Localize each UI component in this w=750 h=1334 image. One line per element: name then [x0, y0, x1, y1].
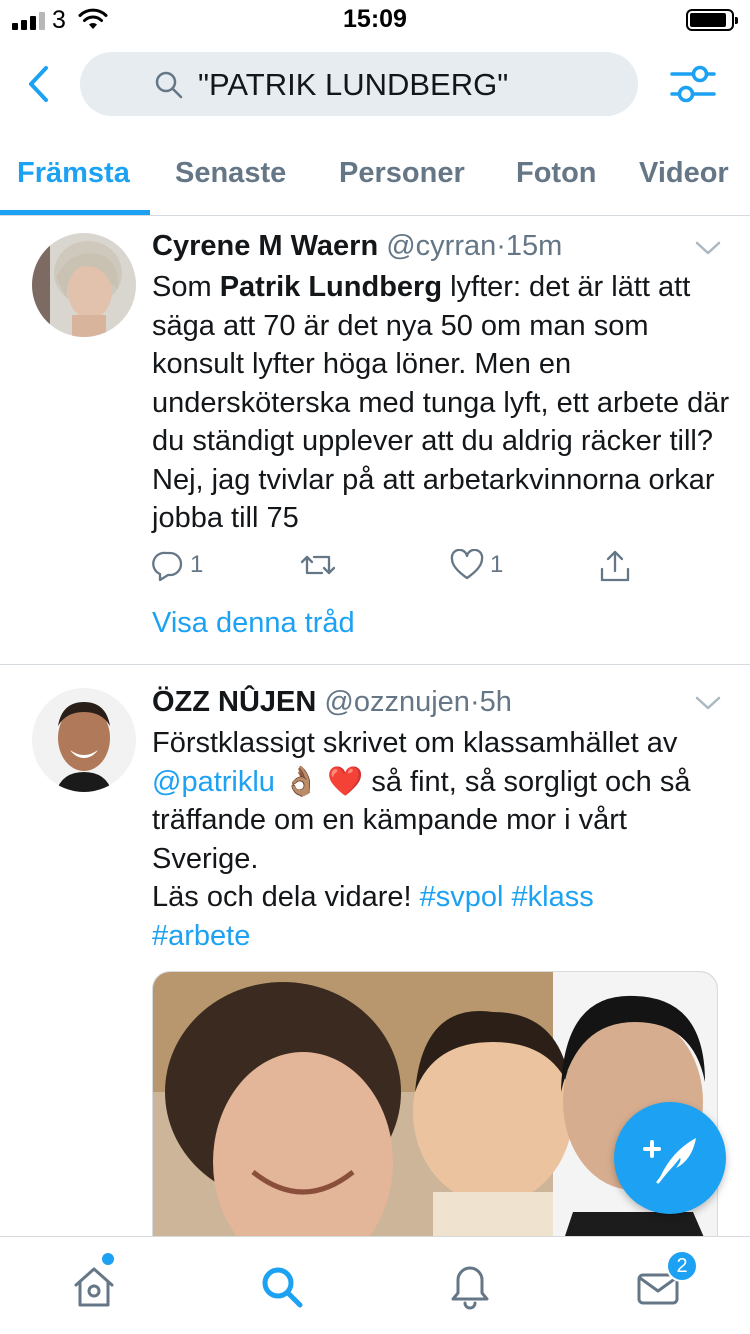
- author-handle[interactable]: @cyrran: [386, 230, 496, 262]
- hashtag-arbete[interactable]: #arbete: [152, 920, 250, 952]
- battery-icon: [686, 9, 738, 31]
- emojis: 👌🏽 ❤️: [283, 765, 364, 798]
- tweet-actions: 1 1: [152, 549, 652, 589]
- show-thread-link[interactable]: Visa denna tråd: [152, 607, 355, 640]
- share-button[interactable]: [598, 549, 632, 583]
- hashtag-svpol[interactable]: #svpol: [420, 881, 504, 913]
- tab-foton[interactable]: Foton: [516, 157, 597, 190]
- search-tabs: Främsta Senaste Personer Foton Videor: [0, 150, 750, 216]
- meta-separator: ·: [469, 686, 480, 718]
- bottom-tab-bar: [0, 1236, 750, 1334]
- heart-icon: [450, 549, 484, 580]
- chevron-left-icon: [29, 66, 48, 102]
- search-icon: [154, 70, 184, 105]
- search-icon: [262, 1267, 303, 1308]
- reply-icon: [152, 551, 183, 581]
- reply-count: 1: [190, 551, 204, 578]
- chevron-down-icon[interactable]: [694, 694, 722, 717]
- hashtag-klass[interactable]: #klass: [512, 881, 594, 913]
- search-query: "PATRIK LUNDBERG": [198, 67, 509, 102]
- retweet-icon: [300, 555, 336, 575]
- meta-separator: ·: [496, 230, 506, 262]
- author-handle[interactable]: @ozznujen: [324, 686, 470, 718]
- tab-notifications[interactable]: [446, 1263, 494, 1311]
- tweet-text: Som Patrik Lundberg lyfter: det är lätt …: [152, 271, 730, 534]
- avatar[interactable]: [32, 688, 136, 792]
- chevron-down-icon[interactable]: [694, 239, 722, 262]
- tab-search[interactable]: [258, 1263, 306, 1311]
- active-tab-indicator: [0, 210, 150, 215]
- tweet-header: ÖZZ NÛJEN @ozznujen·5h: [152, 686, 512, 719]
- tab-senaste[interactable]: Senaste: [175, 157, 286, 190]
- back-button[interactable]: [22, 62, 58, 106]
- tweet[interactable]: Cyrene M Waern @cyrran·15m Som Patrik Lu…: [0, 217, 750, 665]
- tab-personer[interactable]: Personer: [339, 157, 465, 190]
- reply-button[interactable]: 1: [152, 549, 203, 581]
- compose-tweet-button[interactable]: [614, 1102, 726, 1214]
- author-name[interactable]: Cyrene M Waern: [152, 230, 378, 262]
- home-icon: [74, 1267, 114, 1307]
- tweet-text: Förstklassigt skrivet om klassamhället a…: [152, 727, 691, 952]
- home-unread-dot: [102, 1253, 114, 1265]
- status-bar: 3 15:09: [0, 0, 750, 40]
- like-count: 1: [490, 551, 504, 578]
- share-icon: [600, 550, 630, 582]
- search-input[interactable]: "PATRIK LUNDBERG": [80, 52, 638, 116]
- retweet-button[interactable]: [300, 549, 336, 581]
- tweet-time: 15m: [505, 230, 563, 262]
- status-time: 15:09: [343, 5, 407, 33]
- tab-videor[interactable]: Videor: [639, 157, 729, 190]
- tab-framsta[interactable]: Främsta: [17, 157, 130, 190]
- tab-home[interactable]: [70, 1263, 118, 1311]
- sliders-icon: [670, 65, 716, 103]
- like-button[interactable]: 1: [450, 549, 503, 581]
- mention-link[interactable]: @patriklu: [152, 766, 275, 798]
- bell-icon: [451, 1266, 489, 1310]
- compose-feather-icon: [643, 1138, 696, 1184]
- tweet-time: 5h: [479, 686, 512, 718]
- author-name[interactable]: ÖZZ NÛJEN: [152, 686, 316, 718]
- highlighted-term: Patrik Lundberg: [219, 271, 443, 303]
- tweet-header: Cyrene M Waern @cyrran·15m: [152, 230, 562, 263]
- avatar[interactable]: [32, 233, 136, 337]
- search-filter-button[interactable]: [668, 62, 718, 106]
- messages-badge: 2: [666, 1250, 698, 1282]
